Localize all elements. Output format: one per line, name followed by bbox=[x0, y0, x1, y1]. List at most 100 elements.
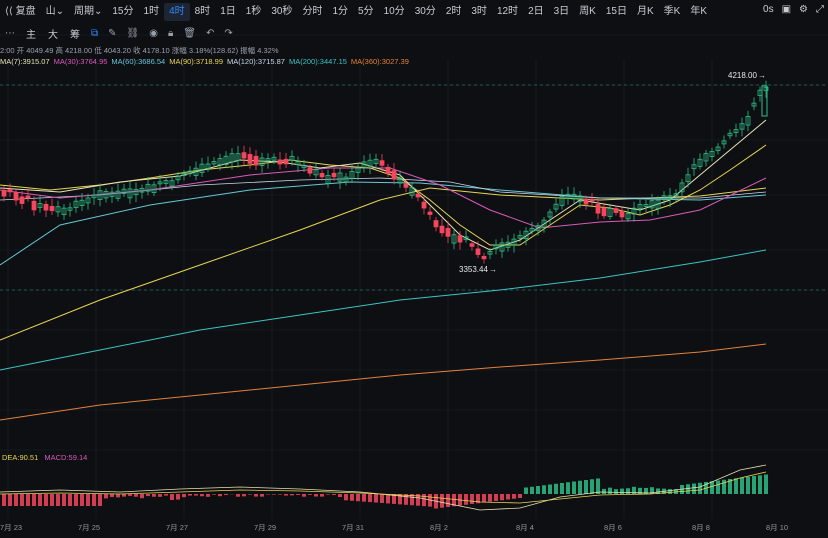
interval-10[interactable]: 10分 bbox=[379, 3, 410, 21]
macd-bar bbox=[224, 494, 228, 496]
interval-12[interactable]: 2时 bbox=[441, 3, 467, 21]
macd-bar bbox=[284, 494, 288, 496]
ma-legend-2: MA(60):3686.54 bbox=[111, 57, 166, 66]
macd-bar bbox=[194, 494, 198, 496]
candle-body bbox=[25, 195, 31, 199]
camera-icon[interactable]: ▣ bbox=[782, 4, 791, 15]
interval-6[interactable]: 30秒 bbox=[266, 3, 297, 21]
macd-bar bbox=[440, 494, 444, 508]
redo-icon[interactable]: ↷ bbox=[224, 28, 232, 39]
macd-bar bbox=[734, 478, 738, 494]
macd-bar bbox=[260, 494, 264, 497]
chart-type-button[interactable]: 山⌄ bbox=[41, 3, 69, 21]
ma60-line bbox=[0, 177, 767, 201]
macd-bar bbox=[320, 494, 324, 497]
date-axis: 7月 23 7月 25 7月 27 7月 29 7月 31 8月 2 8月 4 8月 6 8月 … bbox=[0, 523, 788, 532]
right-tools: 0s ▣ ⚙ ⤢ bbox=[763, 4, 824, 15]
interval-5[interactable]: 1秒 bbox=[241, 3, 267, 21]
high-price-label: 4218.00 bbox=[728, 71, 757, 80]
macd-bar bbox=[140, 494, 144, 499]
interval-21[interactable]: 年K bbox=[685, 3, 712, 21]
interval-2[interactable]: 4时 bbox=[164, 3, 190, 21]
date-label-6: 8月 4 bbox=[516, 523, 534, 532]
candle-body bbox=[13, 192, 19, 201]
macd-bar bbox=[356, 494, 360, 502]
macd-bar bbox=[116, 494, 120, 498]
interval-1[interactable]: 1时 bbox=[139, 3, 165, 21]
candle-body bbox=[403, 183, 409, 188]
interval-18[interactable]: 15日 bbox=[601, 3, 632, 21]
period-button[interactable]: 周期⌄ bbox=[69, 3, 107, 21]
interval-3[interactable]: 8时 bbox=[190, 3, 216, 21]
macd-bar bbox=[164, 494, 168, 496]
drawing-toolbar: ⋯ 主 大 筹 ⧉ ✎ ⛓ ◉ 🔒︎ 🗑︎ ↶ ↷ bbox=[0, 25, 828, 41]
ma-legend-1: MA(30):3764.95 bbox=[53, 57, 108, 66]
trash-icon[interactable]: 🗑︎ bbox=[183, 28, 196, 39]
macd-bar bbox=[50, 494, 54, 506]
macd-bar bbox=[626, 488, 630, 494]
macd-bar bbox=[470, 494, 474, 504]
candle-body bbox=[307, 167, 313, 174]
candle-body bbox=[589, 198, 595, 202]
lock-icon[interactable]: 🔒︎ bbox=[168, 28, 173, 39]
chip-tab[interactable]: 筹 bbox=[64, 26, 86, 41]
main-indicator-tab[interactable]: 主 bbox=[20, 26, 42, 41]
interval-14[interactable]: 12时 bbox=[492, 3, 523, 21]
interval-4[interactable]: 1日 bbox=[215, 3, 241, 21]
interval-13[interactable]: 3时 bbox=[466, 3, 492, 21]
macd-bar bbox=[80, 494, 84, 506]
settings-icon[interactable]: ⚙ bbox=[799, 4, 808, 15]
macd-bar bbox=[692, 483, 696, 494]
candle-body bbox=[439, 225, 445, 234]
macd-bar bbox=[326, 494, 330, 495]
interval-0[interactable]: 15分 bbox=[107, 3, 138, 21]
big-order-tab[interactable]: 大 bbox=[42, 26, 64, 41]
candle-body bbox=[385, 166, 391, 174]
interval-11[interactable]: 30分 bbox=[410, 3, 441, 21]
macd-bar bbox=[746, 476, 750, 494]
macd-bar bbox=[764, 474, 768, 494]
macd-bar bbox=[146, 494, 150, 497]
interval-15[interactable]: 2日 bbox=[523, 3, 549, 21]
interval-19[interactable]: 月K bbox=[632, 3, 659, 21]
macd-bar bbox=[278, 494, 282, 495]
interval-8[interactable]: 1分 bbox=[327, 3, 353, 21]
interval-17[interactable]: 周K bbox=[574, 3, 601, 21]
macd-bar bbox=[332, 494, 336, 495]
fullscreen-icon[interactable]: ⤢ bbox=[816, 4, 824, 15]
macd-bar bbox=[152, 494, 156, 497]
menu-icon[interactable]: ⋯ bbox=[5, 28, 15, 39]
replay-button[interactable]: ⟨⟨ 复盘 bbox=[0, 3, 41, 21]
draw-tool-icon[interactable]: ⧉ bbox=[91, 28, 98, 39]
candle-body bbox=[1, 189, 7, 197]
macd-bar bbox=[128, 494, 132, 496]
macd-bar bbox=[548, 484, 552, 494]
macd-bar bbox=[740, 477, 744, 494]
undo-icon[interactable]: ↶ bbox=[206, 28, 214, 39]
interval-7[interactable]: 分时 bbox=[297, 3, 327, 21]
interval-16[interactable]: 3日 bbox=[549, 3, 575, 21]
macd-bar bbox=[32, 494, 36, 506]
candle-body bbox=[421, 201, 427, 209]
link-icon[interactable]: ⛓ bbox=[127, 28, 140, 39]
macd-bar bbox=[74, 494, 78, 506]
interval-20[interactable]: 季K bbox=[659, 3, 686, 21]
macd-bar bbox=[344, 494, 348, 501]
macd-bar bbox=[584, 480, 588, 494]
price-chart[interactable]: 4218.00 → 3353.44 → 7月 23 7月 25 7月 27 7月 29… bbox=[0, 0, 828, 538]
dea-value: DEA:90.51 bbox=[2, 453, 39, 462]
ma-legend-5: MA(200):3447.15 bbox=[288, 57, 347, 66]
date-label-3: 7月 29 bbox=[254, 523, 276, 532]
eye-icon[interactable]: ◉ bbox=[149, 28, 158, 39]
interval-9[interactable]: 5分 bbox=[353, 3, 379, 21]
macd-bar bbox=[272, 494, 276, 495]
pen-icon[interactable]: ✎ bbox=[108, 28, 116, 39]
svg-text:→: → bbox=[758, 71, 766, 80]
ma-legend-4: MA(120):3715.87 bbox=[227, 57, 285, 66]
macd-bar bbox=[554, 483, 558, 494]
ma-legend-6: MA(360):3027.39 bbox=[350, 57, 409, 66]
top-toolbar: ⟨⟨ 复盘 山⌄ 周期⌄ 15分 1时 4时 8时 1日 1秒 30秒 分时 1分 5分 10分 30… bbox=[0, 0, 828, 24]
candle-body bbox=[619, 210, 625, 218]
macd-bar bbox=[182, 494, 186, 498]
ma-legend-3: MA(90):3718.99 bbox=[169, 57, 224, 66]
